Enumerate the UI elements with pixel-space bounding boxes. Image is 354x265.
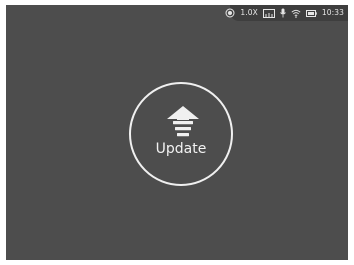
device-screen: 1.0X 10:33 Update [6,5,348,260]
wifi-icon [291,5,301,21]
upload-arrow-icon [167,106,199,137]
clock-time: 10:33 [321,8,344,17]
update-button[interactable]: Update [129,82,233,186]
ruler-icon [262,5,275,21]
microphone-icon [280,5,286,21]
battery-icon [305,5,317,21]
target-icon [225,5,235,21]
zoom-level: 1.0X [240,8,258,17]
update-label: Update [155,141,207,157]
status-bar: 1.0X 10:33 [225,5,348,21]
